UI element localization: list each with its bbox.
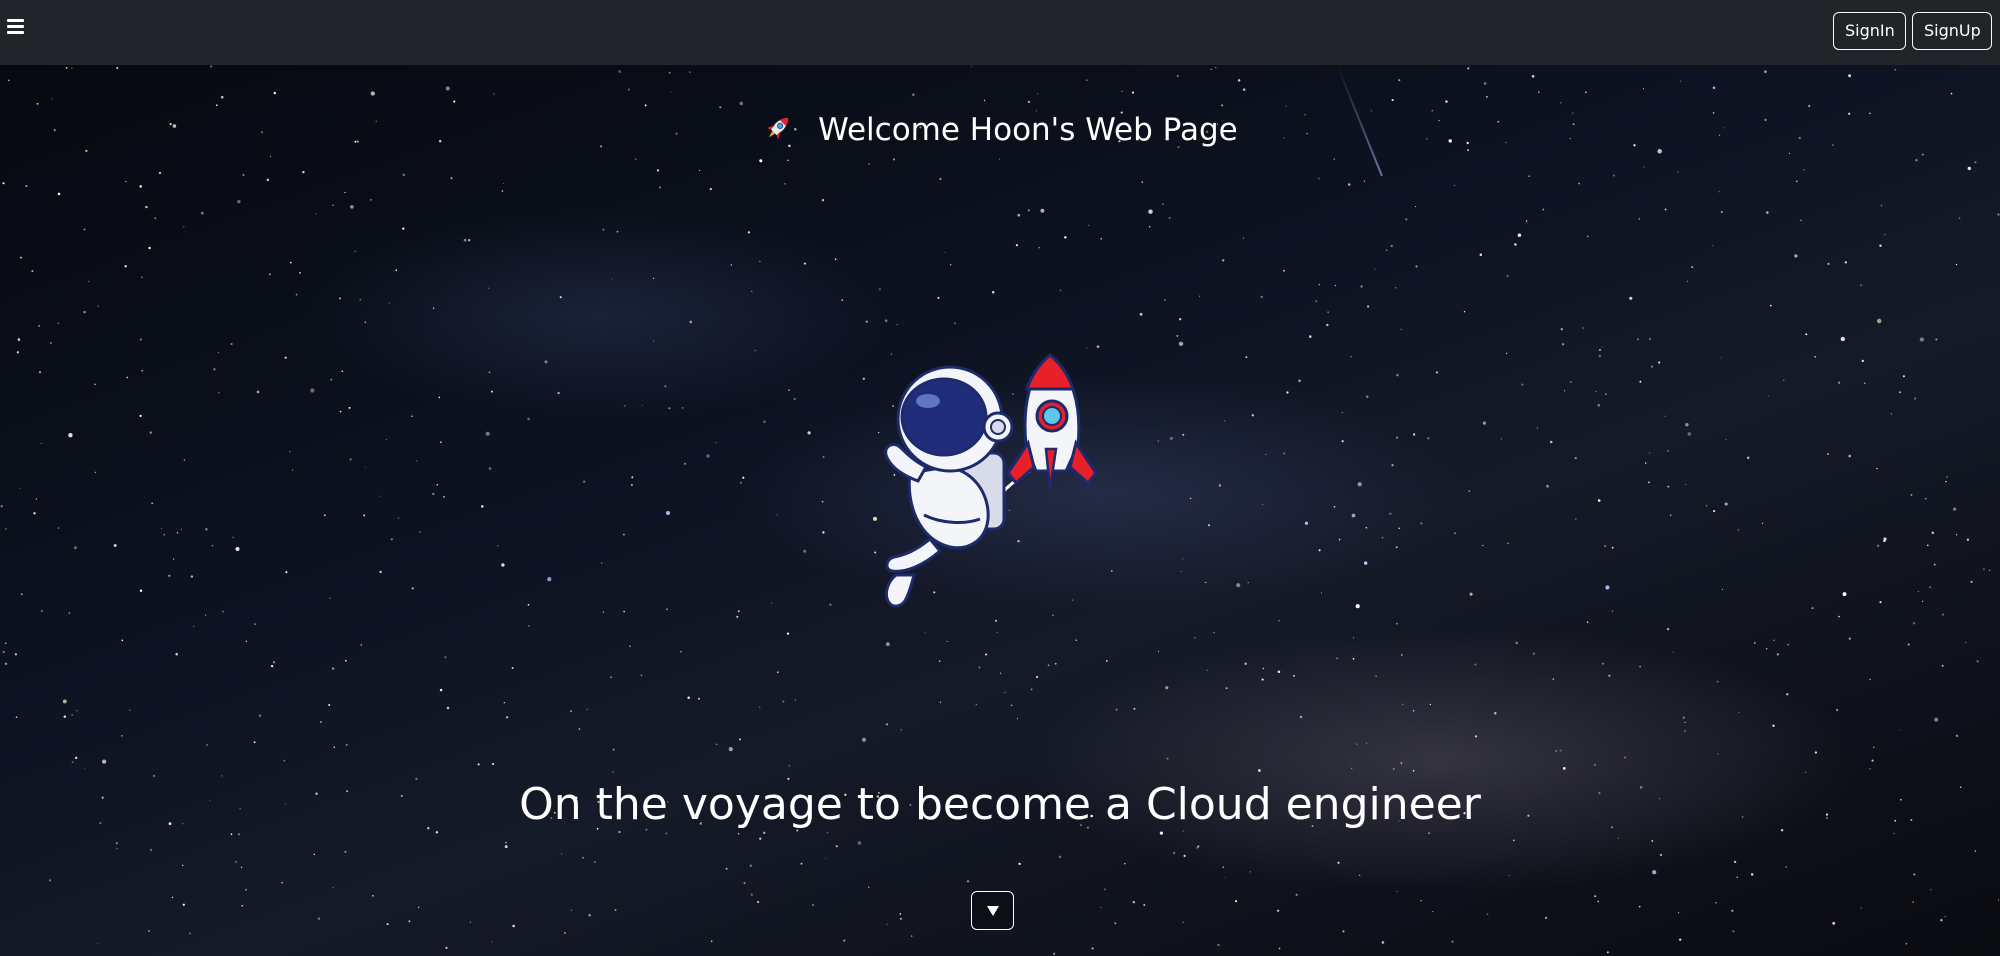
astronaut-with-rocket-illustration <box>884 353 1098 608</box>
page: SignIn SignUp Welcome Hoon's Web Page On… <box>0 0 2000 956</box>
tagline: On the voyage to become a Cloud engineer <box>519 779 1481 830</box>
hero-section: Welcome Hoon's Web Page On the voyage to… <box>0 65 2000 956</box>
welcome-heading: Welcome Hoon's Web Page <box>0 110 2000 150</box>
scroll-down-button[interactable] <box>971 891 1014 930</box>
hamburger-menu-icon[interactable] <box>5 17 27 37</box>
signin-button[interactable]: SignIn <box>1833 12 1906 50</box>
welcome-text: Welcome Hoon's Web Page <box>818 112 1238 148</box>
astronaut-illustration <box>884 365 1014 608</box>
rocket-illustration <box>1006 353 1098 490</box>
caret-down-icon <box>987 906 999 916</box>
signup-button[interactable]: SignUp <box>1912 12 1992 50</box>
rocket-emoji-icon <box>766 118 789 140</box>
top-navbar: SignIn SignUp <box>0 0 2000 65</box>
